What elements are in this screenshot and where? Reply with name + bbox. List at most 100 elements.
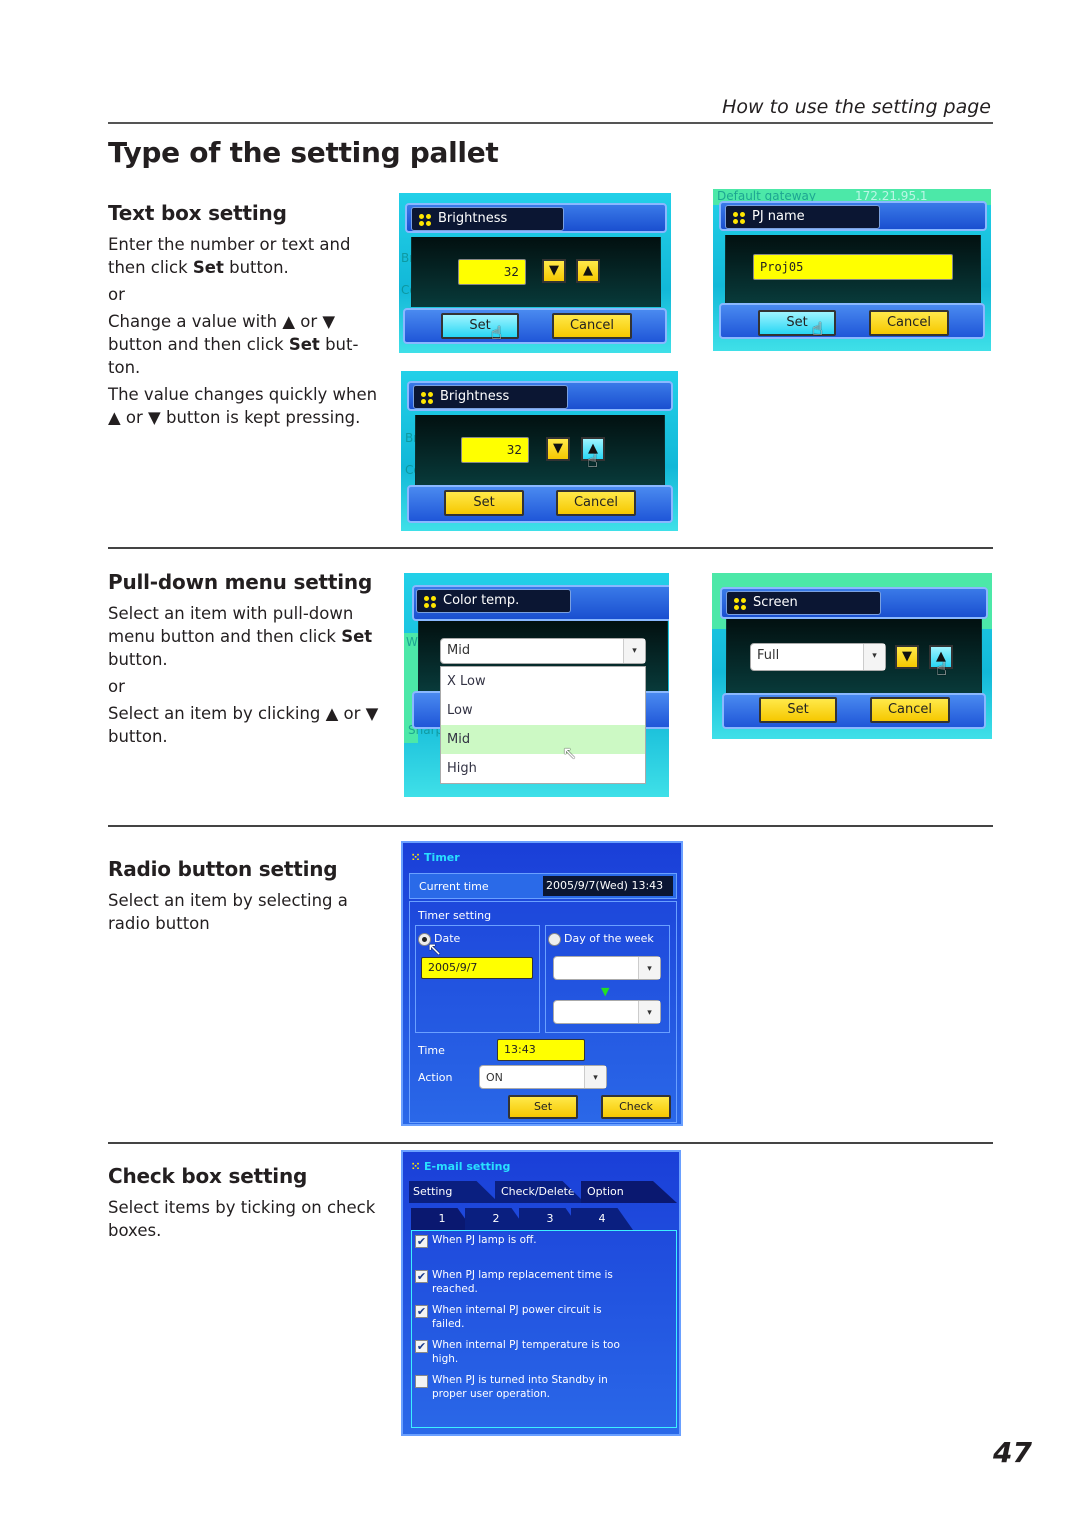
menu-dots-icon: ⁙ <box>411 851 425 864</box>
menu-dots-icon <box>421 392 433 404</box>
time-input[interactable]: 13:43 <box>497 1039 585 1061</box>
para: Select an item by clicking ▲ or ▼ button… <box>108 704 379 746</box>
divider <box>108 825 993 827</box>
current-time: 2005/9/7(Wed) 13:43 <box>543 876 673 896</box>
checkbox-label: When internal PJ power circuit is failed… <box>432 1304 602 1330</box>
cancel-button[interactable]: Cancel <box>869 310 949 336</box>
para: or <box>108 677 125 696</box>
option-mid[interactable]: Mid <box>441 725 645 754</box>
value-input[interactable]: 32 <box>461 437 529 463</box>
section-pulldown: Pull-down menu setting Select an item wi… <box>108 570 383 752</box>
para: Change a value with ▲ or ▼ button and th… <box>108 312 359 377</box>
colortemp-select[interactable]: Mid ▾ <box>440 638 646 664</box>
cancel-button[interactable]: Cancel <box>556 490 636 516</box>
checkbox-unchecked[interactable] <box>415 1375 428 1388</box>
radio-day-of-week[interactable] <box>548 933 561 946</box>
arrow-down-icon: ▼ <box>601 985 610 998</box>
down-button[interactable]: ▼ <box>895 645 919 669</box>
check-button[interactable]: Check <box>601 1095 671 1119</box>
menu-dots-icon <box>419 214 431 226</box>
brightness-screen-2: Brightness Color Brightness 32 ▼ ▲ ☝ Set… <box>401 371 678 531</box>
divider <box>108 1142 993 1144</box>
set-button[interactable]: Set <box>759 697 837 723</box>
subtab-4[interactable]: 4 <box>571 1208 633 1230</box>
section-heading: Check box setting <box>108 1164 308 1188</box>
para: The value changes quickly when ▲ or ▼ bu… <box>108 385 378 427</box>
tab-check-delete[interactable]: Check/Delete <box>495 1181 585 1203</box>
cancel-button[interactable]: Cancel <box>552 313 632 339</box>
checkbox-label: When PJ is turned into Standby in proper… <box>432 1374 608 1400</box>
dropdown-arrow-icon: ▾ <box>638 1001 660 1023</box>
value-input[interactable]: 32 <box>458 259 526 285</box>
down-button[interactable]: ▼ <box>542 259 566 283</box>
dropdown-arrow-icon: ▾ <box>584 1066 606 1088</box>
set-button[interactable]: Set <box>441 313 519 339</box>
dialog-title: ⁙ Timer <box>411 851 460 864</box>
day-select-1[interactable]: ▾ <box>553 956 661 980</box>
date-input[interactable]: 2005/9/7 <box>421 957 533 979</box>
set-button[interactable]: Set <box>508 1095 578 1119</box>
menu-dots-icon <box>424 596 436 608</box>
timer-screen: ⁙ Timer Current time 2005/9/7(Wed) 13:43… <box>401 841 683 1126</box>
section-textbox: Text box setting Enter the number or tex… <box>108 201 383 433</box>
pjname-input[interactable]: Proj05 <box>753 254 953 280</box>
tab-option[interactable]: Option <box>581 1181 677 1203</box>
colortemp-options: X Low Low Mid High <box>440 666 646 784</box>
menu-dots-icon <box>734 598 746 610</box>
dialog-title: PJ name <box>725 205 880 229</box>
option-xlow[interactable]: X Low <box>441 667 645 696</box>
screen-select[interactable]: Full ▾ <box>750 643 886 671</box>
set-button[interactable]: Set <box>444 490 524 516</box>
hand-cursor-icon: ☝ <box>587 451 598 472</box>
checkbox-label: When internal PJ temperature is too high… <box>432 1339 620 1365</box>
pointer-cursor-icon: ↖ <box>562 743 578 764</box>
screen-screen: Screen Full ▾ ▼ ▲ ☝ Set Cancel <box>712 573 992 739</box>
page-number: 47 <box>993 1436 1032 1469</box>
down-button[interactable]: ▼ <box>546 437 570 461</box>
subtab-2[interactable]: 2 <box>465 1208 527 1230</box>
hand-cursor-icon: ☝ <box>491 323 502 344</box>
set-button[interactable]: Set <box>758 310 836 336</box>
hand-cursor-icon: ☝ <box>812 319 823 340</box>
section-heading: Pull-down menu setting <box>108 570 373 594</box>
checkbox-checked[interactable]: ✔ <box>415 1270 428 1283</box>
menu-dots-icon <box>733 212 745 224</box>
dialog-title: Brightness <box>411 207 564 231</box>
checkbox-checked[interactable]: ✔ <box>415 1340 428 1353</box>
para: Select items by ticking on check boxes. <box>108 1198 376 1240</box>
checkbox-checked[interactable]: ✔ <box>415 1235 428 1248</box>
dialog-title: Color temp. <box>416 589 571 613</box>
email-screen: ⁙ E-mail setting Setting Check/Delete Op… <box>401 1150 681 1436</box>
tab-setting[interactable]: Setting <box>409 1181 499 1203</box>
dialog-title: ⁙ E-mail setting <box>411 1160 511 1173</box>
section-title: How to use the setting page <box>722 96 991 118</box>
checkbox-label: When PJ lamp replacement time is reached… <box>432 1269 613 1295</box>
divider <box>108 547 993 549</box>
menu-dots-icon: ⁙ <box>411 1160 425 1173</box>
subtab-1[interactable]: 1 <box>411 1208 473 1230</box>
up-button[interactable]: ▲ <box>576 259 600 283</box>
page-title: Type of the setting pallet <box>108 136 499 169</box>
dialog-title: Screen <box>726 591 881 615</box>
running-header: How to use the setting page <box>108 96 993 124</box>
section-radio: Radio button setting Select an item by s… <box>108 857 383 939</box>
section-heading: Radio button setting <box>108 857 338 881</box>
option-low[interactable]: Low <box>441 696 645 725</box>
dropdown-arrow-icon: ▾ <box>863 644 885 670</box>
pjname-screen: Default gateway 172.21.95.1 PJ name Proj… <box>713 189 991 351</box>
dialog-title: Brightness <box>413 385 568 409</box>
dropdown-arrow-icon: ▾ <box>623 639 645 663</box>
section-heading: Text box setting <box>108 201 287 225</box>
checkbox-checked[interactable]: ✔ <box>415 1305 428 1318</box>
colortemp-screen: White Sharp Color temp. Mid▾ X Low Low M… <box>404 573 669 797</box>
brightness-screen-1: Brightness Color Brightness 32 ▼ ▲ Set C… <box>399 193 671 353</box>
section-checkbox: Check box setting Select items by tickin… <box>108 1164 383 1246</box>
checkbox-label: When PJ lamp is off. <box>432 1234 537 1246</box>
para: Select an item with pull-down menu butto… <box>108 604 373 669</box>
cancel-button[interactable]: Cancel <box>870 697 950 723</box>
para: Enter the number or text and then click … <box>108 235 351 277</box>
para: Select an item by selecting a radio butt… <box>108 891 348 933</box>
day-select-2[interactable]: ▾ <box>553 1000 661 1024</box>
option-high[interactable]: High <box>441 754 645 783</box>
action-select[interactable]: ON ▾ <box>479 1065 607 1089</box>
